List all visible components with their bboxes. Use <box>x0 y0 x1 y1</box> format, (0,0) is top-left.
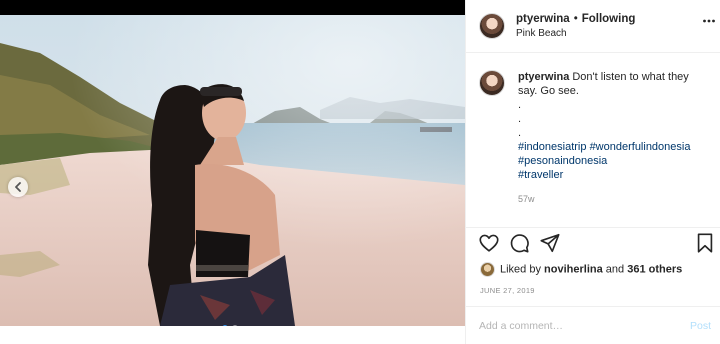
likes-prefix: Liked by <box>500 263 541 276</box>
post-caption: ptyerwina Don't listen to what they say. … <box>518 70 708 182</box>
hashtag-link[interactable]: #wonderfulindonesia <box>590 141 691 153</box>
caption-line-3: . <box>518 99 522 111</box>
post-comment-button[interactable]: Post <box>690 320 711 332</box>
post-header: ptyerwina • Following Pink Beach <box>466 0 720 53</box>
post-date[interactable]: JUNE 27, 2019 <box>480 286 535 295</box>
author-line: ptyerwina • Following <box>516 13 635 25</box>
hashtag-link[interactable]: #pesonaindonesia <box>518 155 607 167</box>
comment-box: Post <box>466 306 720 344</box>
liker-username[interactable]: noviherlina <box>544 263 603 275</box>
post-age[interactable]: 57w <box>518 194 535 204</box>
beach-photo-illustration <box>0 15 465 326</box>
liker-avatar[interactable] <box>480 262 495 277</box>
caption-author-avatar[interactable] <box>479 70 505 96</box>
comment-input[interactable] <box>479 317 669 335</box>
author-username[interactable]: ptyerwina <box>516 13 570 25</box>
heart-icon[interactable] <box>478 232 500 254</box>
comment-icon[interactable] <box>508 232 530 254</box>
separator-dot: • <box>573 13 578 25</box>
caption-area: ptyerwina Don't listen to what they say. … <box>466 53 720 228</box>
likes-others[interactable]: 361 others <box>627 263 682 275</box>
chevron-left-icon <box>15 182 21 192</box>
caption-line-5: . <box>518 127 522 139</box>
hashtag-line-2: #pesonaindonesia <box>518 154 708 168</box>
carousel-prev-button[interactable] <box>8 177 28 197</box>
caption-line-1: ptyerwina Don't listen to what they <box>518 70 708 84</box>
likes-summary: Liked by noviherlina and 361 others <box>480 262 682 277</box>
likes-conj: and <box>605 263 625 276</box>
author-avatar[interactable] <box>479 13 505 39</box>
action-bar <box>466 232 720 258</box>
caption-username[interactable]: ptyerwina <box>518 71 569 83</box>
post-photo[interactable] <box>0 15 465 326</box>
hashtag-link[interactable]: #traveller <box>518 169 563 181</box>
following-button[interactable]: Following <box>582 13 636 25</box>
caption-line-2: say. Go see. <box>518 85 579 97</box>
caption-text: Don't listen to what they <box>572 71 689 83</box>
hashtag-line-1: #indonesiatrip #wonderfulindonesia <box>518 140 708 154</box>
post-side-panel: ptyerwina • Following Pink Beach ptyerwina… <box>465 0 720 344</box>
caption-line-4: . <box>518 113 522 125</box>
bookmark-icon[interactable] <box>694 232 716 254</box>
hashtag-link[interactable]: #indonesiatrip <box>518 141 587 153</box>
hashtag-line-3: #traveller <box>518 168 708 182</box>
more-options-icon[interactable] <box>702 14 716 28</box>
share-icon[interactable] <box>539 232 561 254</box>
location-link[interactable]: Pink Beach <box>516 28 567 39</box>
photo-bottom-strip <box>0 326 465 344</box>
